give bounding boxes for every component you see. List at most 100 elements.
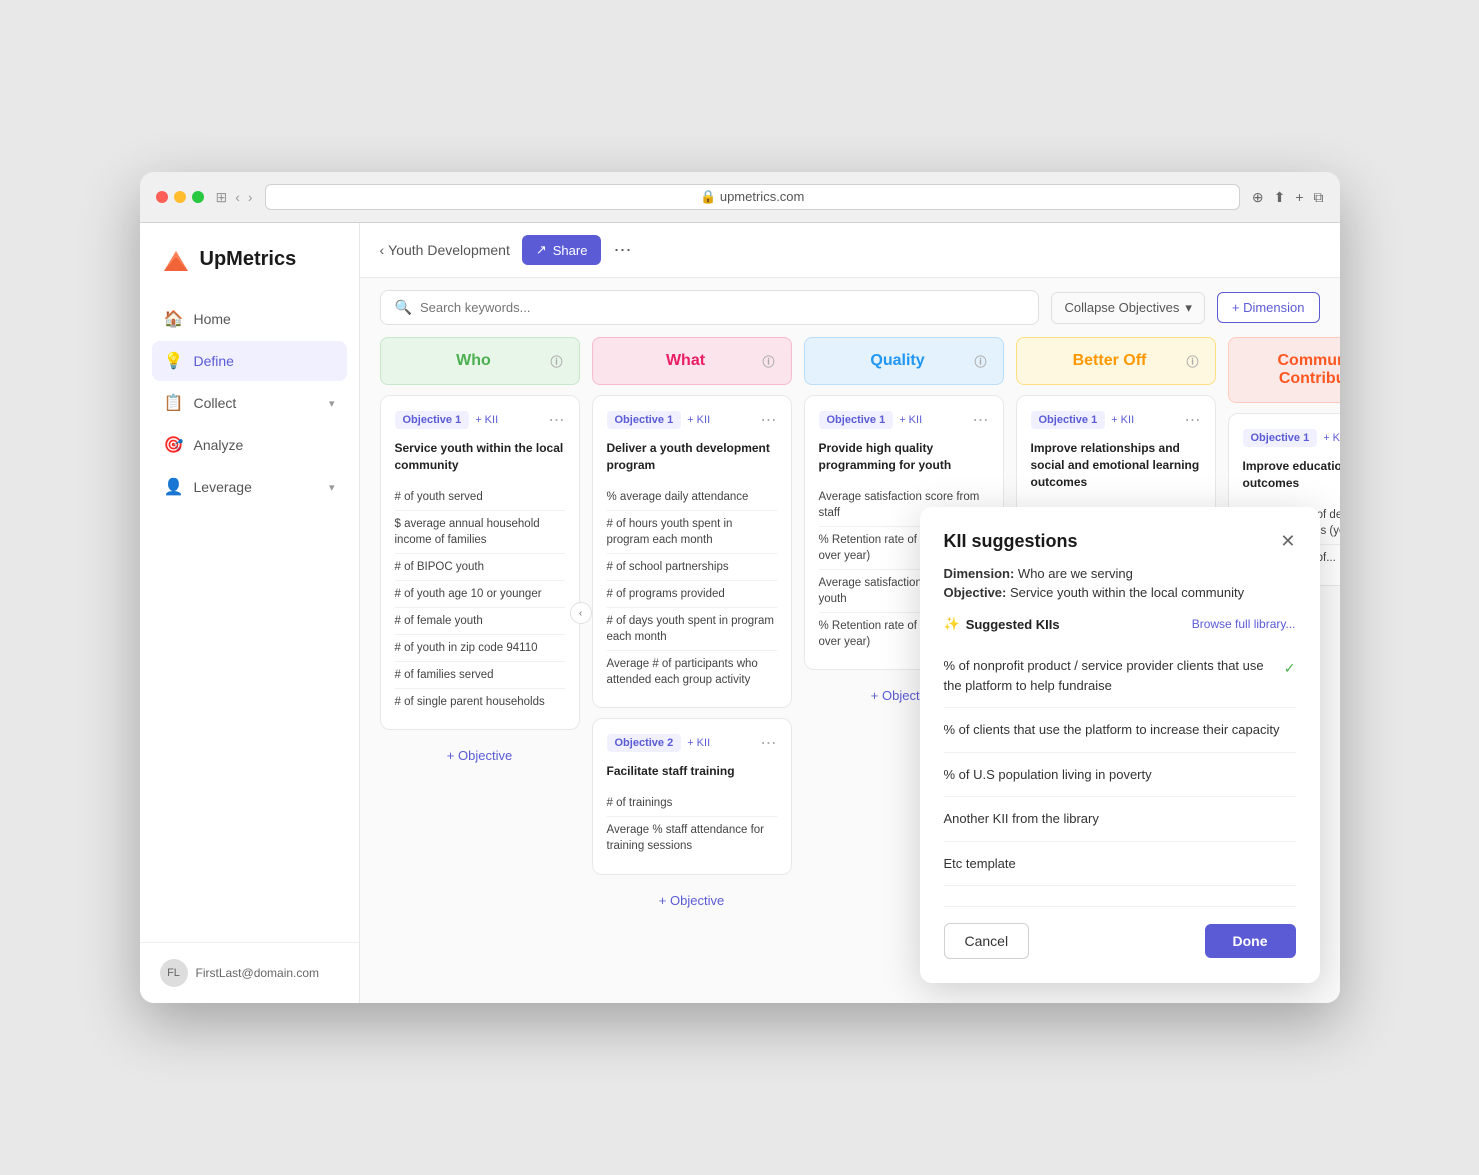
back-link[interactable]: ‹ Youth Development <box>380 242 510 258</box>
who-kii-1: # of youth served <box>395 484 565 511</box>
modal-objective-label: Objective: <box>944 585 1007 600</box>
modal-objective-line: Objective: Service youth within the loca… <box>944 585 1296 600</box>
column-who: Who ⓘ Objective 1 + KII ⋯ Service youth … <box>380 337 580 983</box>
check-icon-1: ✓ <box>1284 658 1296 679</box>
column-title-what: What <box>609 352 763 370</box>
app-layout: UpMetrics 🏠 Home 💡 Define 📋 Collect ▾ 🎯 <box>140 223 1340 1003</box>
close-dot[interactable] <box>156 191 168 203</box>
quality-obj1-menu-button[interactable]: ⋯ <box>973 410 989 430</box>
column-header-who: Who ⓘ <box>380 337 580 385</box>
share-icon: ↗ <box>536 242 547 258</box>
community-obj1-kii-button[interactable]: + KII <box>1323 432 1339 444</box>
suggestion-item-2[interactable]: % of clients that use the platform to in… <box>944 708 1296 753</box>
who-kii-4: # of youth age 10 or younger <box>395 581 565 608</box>
sidebar-item-home[interactable]: 🏠 Home <box>152 299 347 339</box>
who-kii-7: # of families served <box>395 662 565 689</box>
sidebar-nav: 🏠 Home 💡 Define 📋 Collect ▾ 🎯 Analyze <box>140 299 359 942</box>
suggestion-text-4: Another KII from the library <box>944 809 1099 829</box>
back-arrow-icon: ‹ <box>380 242 385 258</box>
who-obj1-menu-button[interactable]: ⋯ <box>549 410 565 430</box>
done-button[interactable]: Done <box>1205 924 1296 958</box>
what-add-objective-label: + Objective <box>659 893 724 908</box>
sidebar-item-define[interactable]: 💡 Define <box>152 341 347 381</box>
browser-actions: ⊕ ⬆ + ⧉ <box>1252 189 1324 206</box>
maximize-dot[interactable] <box>192 191 204 203</box>
sidebar-label-leverage: Leverage <box>194 479 252 495</box>
better-obj1-kii-button[interactable]: + KII <box>1111 414 1134 426</box>
url-text: upmetrics.com <box>720 189 805 204</box>
search-icon: 🔍 <box>395 299 412 316</box>
column-title-better: Better Off <box>1033 352 1187 370</box>
suggestion-item-5[interactable]: Etc template <box>944 842 1296 887</box>
community-obj1-header: Objective 1 + KII ⋯ <box>1243 428 1340 448</box>
who-kii-8: # of single parent households <box>395 689 565 715</box>
leverage-caret-icon: ▾ <box>329 481 335 494</box>
better-obj1-menu-button[interactable]: ⋯ <box>1185 410 1201 430</box>
quality-obj1-header: Objective 1 + KII ⋯ <box>819 410 989 430</box>
cancel-button[interactable]: Cancel <box>944 923 1030 959</box>
column-title-who: Who <box>397 352 551 370</box>
modal-dimension-label: Dimension: <box>944 566 1015 581</box>
modal-close-button[interactable]: ✕ <box>1280 531 1295 552</box>
browser-window: ⊞ ‹ › 🔒 upmetrics.com ⊕ ⬆ + ⧉ UpMetrics <box>140 172 1340 1003</box>
more-button[interactable]: ⋯ <box>613 240 631 261</box>
share-icon[interactable]: ⬆ <box>1274 189 1286 206</box>
kii-suggestions-modal: KII suggestions ✕ Dimension: Who are we … <box>920 507 1320 983</box>
modal-header: KII suggestions ✕ <box>944 531 1296 552</box>
new-tab-icon[interactable]: + <box>1295 189 1303 206</box>
tabs-icon[interactable]: ⧉ <box>1314 189 1324 206</box>
sidebar-item-analyze[interactable]: 🎯 Analyze <box>152 425 347 465</box>
what-obj1-menu-button[interactable]: ⋯ <box>761 410 777 430</box>
search-input[interactable] <box>420 300 1025 315</box>
suggestion-item-3[interactable]: % of U.S population living in poverty <box>944 753 1296 798</box>
who-obj1-kii-button[interactable]: + KII <box>475 414 498 426</box>
sidebar-label-define: Define <box>194 353 234 369</box>
share-button[interactable]: ↗ Share <box>522 235 602 265</box>
browse-library-link[interactable]: Browse full library... <box>1192 617 1296 631</box>
back-icon[interactable]: ‹ <box>235 189 240 206</box>
column-title-quality: Quality <box>821 352 975 370</box>
suggestion-item-1[interactable]: % of nonprofit product / service provide… <box>944 644 1296 708</box>
suggestion-item-4[interactable]: Another KII from the library <box>944 797 1296 842</box>
minimize-dot[interactable] <box>174 191 186 203</box>
home-icon: 🏠 <box>164 309 184 329</box>
sidebar-toggle-icon[interactable]: ⊞ <box>216 189 228 206</box>
what-objective-1-card: Objective 1 + KII ⋯ Deliver a youth deve… <box>592 395 792 708</box>
column-title-community: Community Contribut... <box>1245 352 1340 388</box>
what-obj1-kii-button[interactable]: + KII <box>687 414 710 426</box>
collect-caret-icon: ▾ <box>329 397 335 410</box>
add-dimension-button[interactable]: + Dimension <box>1217 292 1320 323</box>
sidebar: UpMetrics 🏠 Home 💡 Define 📋 Collect ▾ 🎯 <box>140 223 360 1003</box>
column-header-quality: Quality ⓘ <box>804 337 1004 385</box>
who-kii-5: # of female youth <box>395 608 565 635</box>
what-kii-1: % average daily attendance <box>607 484 777 511</box>
lock-icon: 🔒 <box>700 189 716 204</box>
suggested-title: ✨ Suggested KIIs <box>944 616 1184 632</box>
sidebar-footer: FL FirstLast@domain.com <box>140 942 359 1003</box>
what-obj2-menu-button[interactable]: ⋯ <box>761 733 777 753</box>
who-kii-2: $ average annual household income of fam… <box>395 511 565 554</box>
forward-icon[interactable]: › <box>248 189 253 206</box>
sidebar-item-leverage[interactable]: 👤 Leverage ▾ <box>152 467 347 507</box>
quality-obj1-kii-button[interactable]: + KII <box>899 414 922 426</box>
collapse-chevron-icon: ▾ <box>1185 300 1192 316</box>
user-avatar: FL <box>160 959 188 987</box>
collapse-objectives-button[interactable]: Collapse Objectives ▾ <box>1051 292 1204 324</box>
sidebar-item-collect[interactable]: 📋 Collect ▾ <box>152 383 347 423</box>
who-add-objective-button[interactable]: + Objective <box>380 740 580 771</box>
what2-kii-1: # of trainings <box>607 790 777 817</box>
what-obj2-kii-button[interactable]: + KII <box>687 737 710 749</box>
what-objective-2-card: Objective 2 + KII ⋯ Facilitate staff tra… <box>592 718 792 874</box>
better-obj1-header: Objective 1 + KII ⋯ <box>1031 410 1201 430</box>
suggestion-text-3: % of U.S population living in poverty <box>944 765 1152 785</box>
what-add-objective-button[interactable]: + Objective <box>592 885 792 916</box>
sidebar-collapse-button[interactable]: ‹ <box>570 602 592 624</box>
download-icon[interactable]: ⊕ <box>1252 189 1264 206</box>
column-info-what: ⓘ <box>762 353 774 370</box>
what-kii-2: # of hours youth spent in program each m… <box>607 511 777 554</box>
url-bar[interactable]: 🔒 upmetrics.com <box>265 184 1240 210</box>
wand-icon: ✨ <box>944 616 960 632</box>
add-dimension-label: + Dimension <box>1232 300 1305 315</box>
share-label: Share <box>553 243 588 258</box>
suggestion-text-2: % of clients that use the platform to in… <box>944 720 1280 740</box>
